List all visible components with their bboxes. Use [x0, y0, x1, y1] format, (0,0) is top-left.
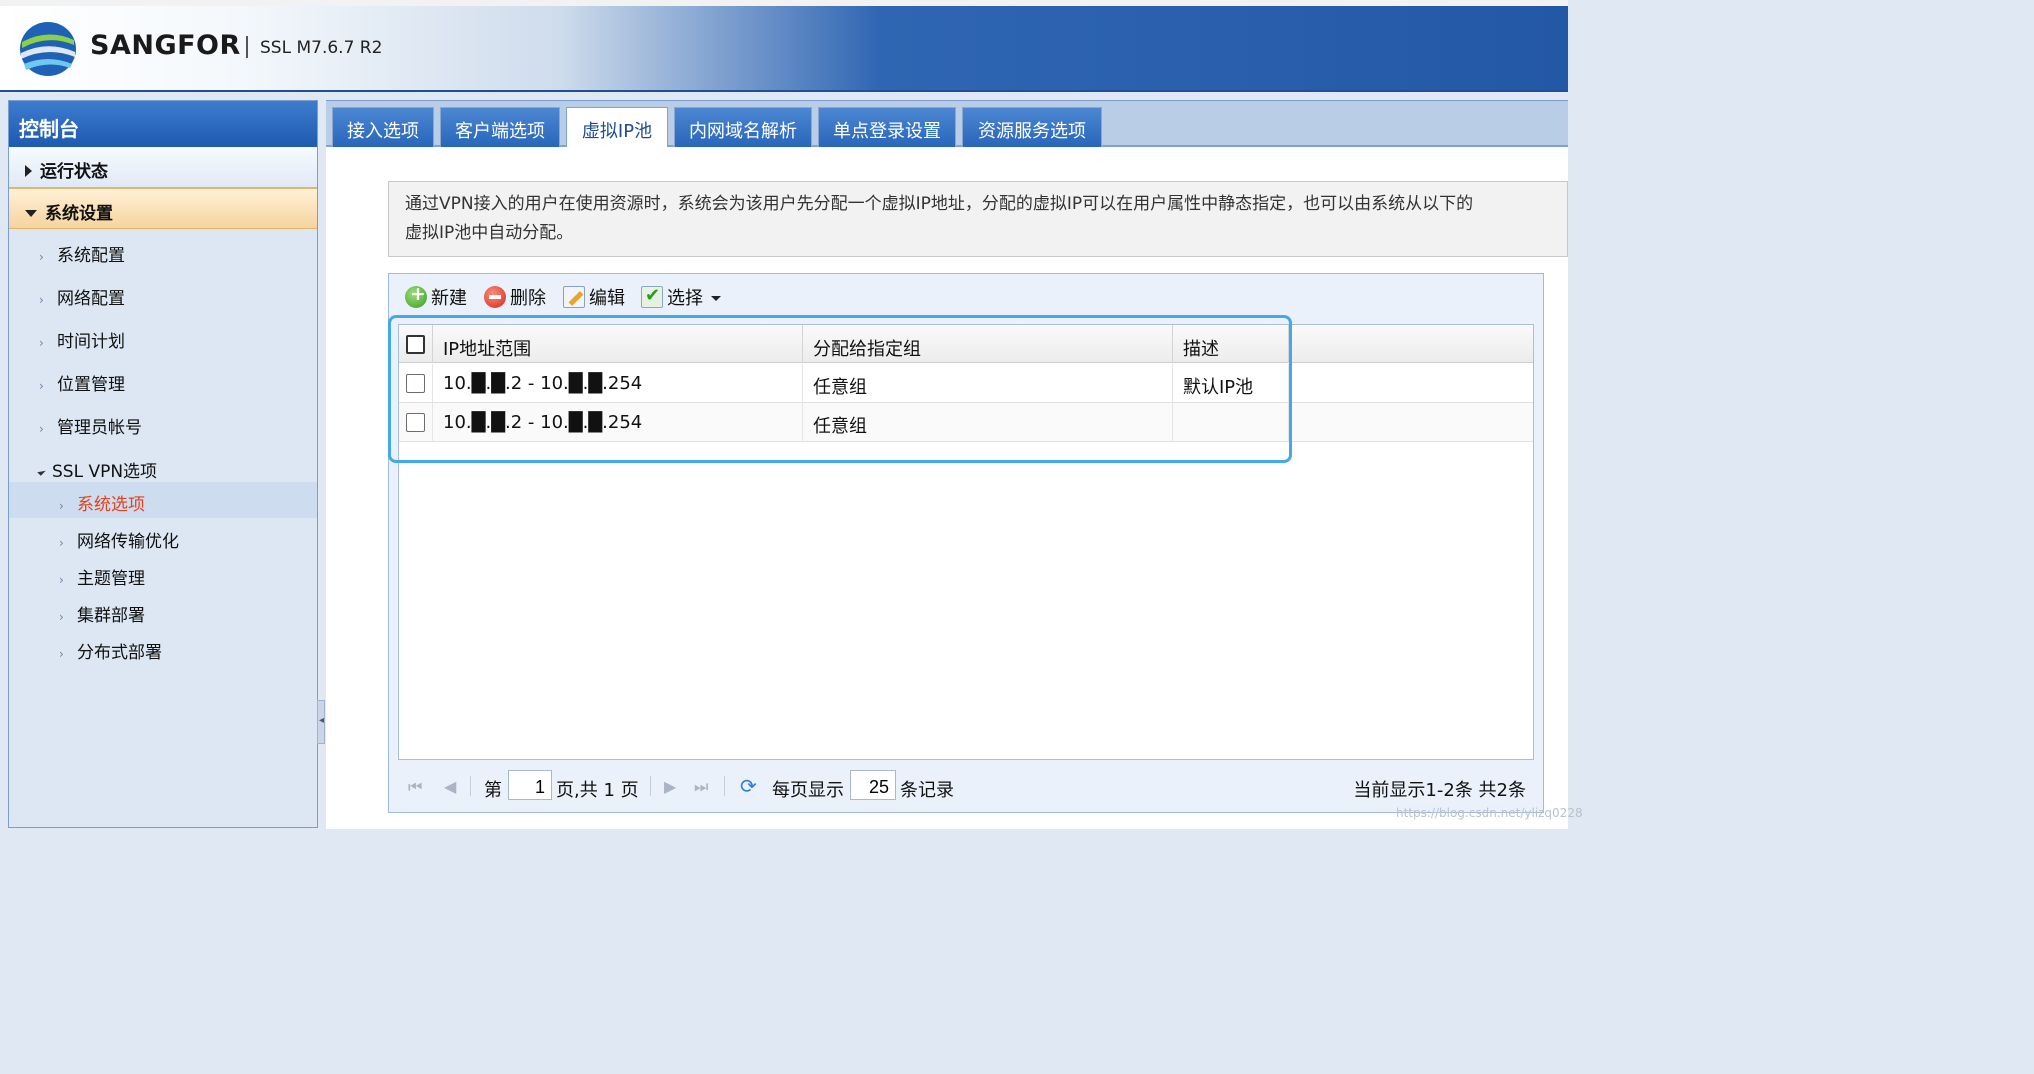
app-header: SANGFOR SSL M7.6.7 R2	[0, 0, 1568, 92]
refresh-icon[interactable]: ⟳	[740, 774, 757, 798]
sidebar-subitem-distributed-deployment[interactable]: › 分布式部署	[59, 638, 162, 663]
select-button-label: 选择	[667, 288, 703, 309]
sidebar-item-label: 网络配置	[57, 289, 125, 309]
pager-divider	[470, 776, 471, 796]
prev-page-icon[interactable]: ◀	[444, 777, 456, 796]
sidebar-item-label: 时间计划	[57, 332, 125, 352]
sidebar-item-admin-accounts[interactable]: › 管理员帐号	[39, 413, 142, 438]
expand-arrow-icon	[25, 165, 32, 177]
collapse-arrow-icon	[25, 210, 37, 217]
sidebar-subitem-system-options[interactable]: › 系统选项	[59, 490, 145, 515]
sidebar-item-label: 系统配置	[57, 246, 125, 266]
chevron-right-icon: ›	[39, 250, 44, 264]
chevron-right-icon: ›	[39, 336, 44, 350]
tab-sso-settings[interactable]: 单点登录设置	[818, 107, 956, 147]
tab-bar: 接入选项 客户端选项 虚拟IP池 内网域名解析 单点登录设置 资源服务选项	[326, 101, 1568, 149]
last-page-icon[interactable]: ⏭	[694, 777, 708, 797]
sidebar-section-status[interactable]: 运行状态	[9, 147, 317, 188]
chevron-right-icon: ›	[59, 647, 64, 661]
per-page-input[interactable]	[850, 770, 896, 800]
header-top-strip	[0, 0, 1568, 6]
select-dropdown-button[interactable]: 选择	[641, 284, 721, 310]
chevron-right-icon: ›	[59, 573, 64, 587]
brand-name: SANGFOR	[90, 30, 241, 61]
edit-button-label: 编辑	[589, 288, 625, 309]
description-box: 通过VPN接入的用户在使用资源时，系统会为该用户先分配一个虚拟IP地址，分配的虚…	[388, 181, 1568, 257]
sidebar-subitem-label: 系统选项	[77, 495, 145, 515]
sidebar-subitem-theme-management[interactable]: › 主题管理	[59, 564, 145, 589]
tab-virtual-ip-pool[interactable]: 虚拟IP池	[566, 107, 668, 149]
sidebar-title: 控制台	[9, 101, 317, 147]
new-button-label: 新建	[431, 288, 467, 309]
sangfor-logo-icon	[20, 22, 76, 76]
records-label: 条记录	[900, 780, 954, 801]
sidebar-section-label: 运行状态	[40, 162, 108, 182]
annotation-highlight-box	[388, 315, 1292, 463]
per-page-label: 每页显示	[772, 780, 844, 801]
next-page-icon[interactable]: ▶	[664, 777, 676, 796]
page-number-input[interactable]	[508, 770, 552, 800]
record-status: 当前显示1-2条 共2条	[1353, 780, 1526, 801]
chevron-right-icon: ›	[59, 499, 64, 513]
chevron-right-icon: ›	[39, 379, 44, 393]
first-page-icon[interactable]: ⏮	[408, 777, 422, 797]
delete-button[interactable]: 删除	[484, 284, 546, 310]
edit-button[interactable]: 编辑	[563, 284, 625, 310]
tab-client-options[interactable]: 客户端选项	[440, 107, 560, 147]
edit-icon	[563, 286, 585, 308]
sidebar-item-network-config[interactable]: › 网络配置	[39, 284, 125, 309]
sidebar-item-system-config[interactable]: › 系统配置	[39, 241, 125, 266]
collapse-left-icon: ◂	[319, 715, 325, 726]
sidebar-section-label: 系统设置	[45, 204, 113, 224]
sidebar-subitem-label: 网络传输优化	[77, 532, 179, 552]
product-version: SSL M7.6.7 R2	[260, 38, 383, 58]
delete-icon	[484, 286, 506, 308]
sidebar-active-highlight	[9, 482, 317, 518]
page-of-label: 页,共 1 页	[556, 780, 639, 801]
caret-down-icon	[711, 296, 721, 301]
expanded-arrow-icon	[37, 467, 46, 476]
tab-intranet-dns[interactable]: 内网域名解析	[674, 107, 812, 147]
main-panel: 接入选项 客户端选项 虚拟IP池 内网域名解析 单点登录设置 资源服务选项 通过…	[326, 100, 1568, 829]
grid-toolbar: 新建 删除 编辑 选择	[389, 274, 1543, 320]
sidebar-subitem-network-optimization[interactable]: › 网络传输优化	[59, 527, 179, 552]
sidebar-item-label: 管理员帐号	[57, 418, 142, 438]
sidebar-collapse-handle[interactable]: ◂	[317, 700, 325, 744]
tab-access-options[interactable]: 接入选项	[332, 107, 434, 147]
pager-divider	[650, 776, 651, 796]
sidebar-subitem-cluster-deployment[interactable]: › 集群部署	[59, 601, 145, 626]
new-button[interactable]: 新建	[405, 283, 467, 310]
description-line: 虚拟IP池中自动分配。	[405, 223, 574, 243]
sidebar-subitem-label: 主题管理	[77, 569, 145, 589]
brand-divider	[246, 36, 248, 58]
sidebar-item-label: 位置管理	[57, 375, 125, 395]
sidebar-item-time-schedule[interactable]: › 时间计划	[39, 327, 125, 352]
chevron-right-icon: ›	[39, 422, 44, 436]
sidebar-item-location-management[interactable]: › 位置管理	[39, 370, 125, 395]
chevron-right-icon: ›	[39, 293, 44, 307]
chevron-right-icon: ›	[59, 610, 64, 624]
checkmark-icon	[641, 285, 663, 308]
description-line: 通过VPN接入的用户在使用资源时，系统会为该用户先分配一个虚拟IP地址，分配的虚…	[405, 194, 1474, 214]
sidebar: 控制台 运行状态 系统设置 › 系统配置 › 网络配置 › 时间计划 › 位置管理 › 管…	[8, 100, 318, 828]
delete-button-label: 删除	[510, 288, 546, 309]
page-label: 第	[484, 780, 502, 801]
sidebar-group-label: SSL VPN选项	[52, 462, 158, 482]
pagination-bar: ⏮ ◀ 第 页,共 1 页 ▶ ⏭ ⟳ 每页显示 条记录 当前显示1-2条 共2…	[398, 764, 1534, 808]
chevron-right-icon: ›	[59, 536, 64, 550]
sidebar-group-ssl-vpn[interactable]: SSL VPN选项	[37, 457, 158, 482]
sidebar-subitem-label: 集群部署	[77, 606, 145, 626]
add-icon	[405, 283, 427, 308]
pager-divider	[724, 776, 725, 796]
sidebar-subitem-label: 分布式部署	[77, 643, 162, 663]
tab-resource-service-options[interactable]: 资源服务选项	[962, 107, 1102, 147]
tab-content: 通过VPN接入的用户在使用资源时，系统会为该用户先分配一个虚拟IP地址，分配的虚…	[326, 147, 1568, 829]
sidebar-section-system-settings[interactable]: 系统设置	[9, 188, 317, 229]
watermark: https://blog.csdn.net/ylizq0228	[1396, 806, 1583, 820]
